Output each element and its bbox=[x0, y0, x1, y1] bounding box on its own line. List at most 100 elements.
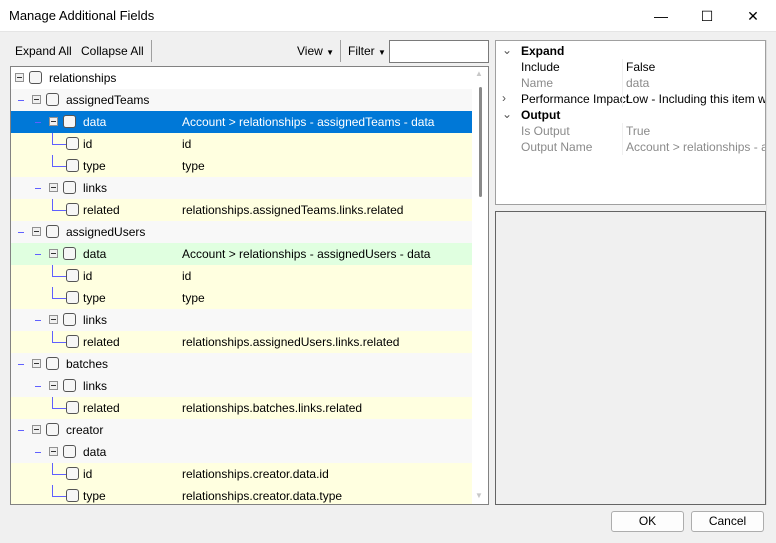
field-tree[interactable]: ▲ ▼ relationships assignedTeams data Accoun… bbox=[10, 66, 489, 505]
tree-row[interactable]: links bbox=[11, 309, 472, 331]
include-checkbox[interactable] bbox=[66, 467, 79, 480]
include-checkbox[interactable] bbox=[63, 247, 76, 260]
property-row[interactable]: Output Name Account > relationships - ass… bbox=[496, 139, 765, 155]
tree-row[interactable]: related relationships.batches.links.relat… bbox=[11, 397, 472, 419]
tree-row[interactable]: data bbox=[11, 441, 472, 463]
tree-connector bbox=[52, 342, 66, 343]
property-category[interactable]: ⌄ Expand bbox=[496, 43, 765, 59]
include-checkbox[interactable] bbox=[46, 357, 59, 370]
chevron-right-icon[interactable]: › bbox=[502, 91, 506, 105]
include-checkbox[interactable] bbox=[46, 225, 59, 238]
toolbar-divider bbox=[340, 40, 341, 62]
filter-input[interactable] bbox=[389, 40, 489, 63]
tree-row-value: type bbox=[182, 159, 205, 173]
collapse-icon[interactable] bbox=[32, 425, 41, 434]
window-title: Manage Additional Fields bbox=[9, 8, 155, 23]
chevron-down-icon[interactable]: ⌄ bbox=[502, 107, 512, 121]
expand-all-button[interactable]: Expand All bbox=[15, 44, 72, 58]
tree-guide-line bbox=[52, 199, 53, 210]
tree-row-value: relationships.batches.links.related bbox=[182, 401, 363, 415]
tree-connector bbox=[52, 298, 66, 299]
ok-button[interactable]: OK bbox=[611, 511, 684, 532]
collapse-icon[interactable] bbox=[49, 315, 58, 324]
collapse-icon[interactable] bbox=[49, 381, 58, 390]
maximize-icon[interactable]: ☐ bbox=[684, 0, 730, 32]
tree-row-label: id bbox=[83, 269, 93, 283]
include-checkbox[interactable] bbox=[63, 313, 76, 326]
tree-row[interactable]: type type bbox=[11, 287, 472, 309]
property-grid[interactable]: ⌄ Expand Include False Name data › Performance … bbox=[495, 40, 766, 205]
tree-scrollbar[interactable]: ▲ ▼ bbox=[471, 67, 488, 504]
include-checkbox[interactable] bbox=[63, 379, 76, 392]
include-checkbox[interactable] bbox=[66, 291, 79, 304]
tree-row[interactable]: data Account > relationships - assignedUs… bbox=[11, 243, 472, 265]
tree-row[interactable]: links bbox=[11, 375, 472, 397]
include-checkbox[interactable] bbox=[63, 115, 76, 128]
tree-row[interactable]: related relationships.assignedUsers.links… bbox=[11, 331, 472, 353]
tree-row[interactable]: assignedUsers bbox=[11, 221, 472, 243]
include-checkbox[interactable] bbox=[66, 401, 79, 414]
view-dropdown[interactable]: View ▼ bbox=[297, 44, 334, 58]
tree-row[interactable]: links bbox=[11, 177, 472, 199]
property-row[interactable]: Include False bbox=[496, 59, 765, 75]
collapse-icon[interactable] bbox=[49, 447, 58, 456]
tree-row[interactable]: id relationships.creator.data.id bbox=[11, 463, 472, 485]
tree-connector bbox=[52, 496, 66, 497]
property-row[interactable]: Is Output True bbox=[496, 123, 765, 139]
collapse-all-button[interactable]: Collapse All bbox=[81, 44, 144, 58]
property-value[interactable]: Low - Including this item will h bbox=[626, 92, 765, 106]
collapse-icon[interactable] bbox=[15, 73, 24, 82]
minimize-icon[interactable]: — bbox=[638, 0, 684, 32]
tree-row[interactable]: type relationships.creator.data.type bbox=[11, 485, 472, 504]
chevron-down-icon[interactable]: ⌄ bbox=[502, 43, 512, 57]
tree-row[interactable]: assignedTeams bbox=[11, 89, 472, 111]
include-checkbox[interactable] bbox=[46, 93, 59, 106]
include-checkbox[interactable] bbox=[46, 423, 59, 436]
collapse-icon[interactable] bbox=[32, 95, 41, 104]
tree-row[interactable]: data Account > relationships - assignedTe… bbox=[11, 111, 472, 133]
property-category[interactable]: ⌄ Output bbox=[496, 107, 765, 123]
include-checkbox[interactable] bbox=[66, 203, 79, 216]
collapse-icon[interactable] bbox=[49, 183, 58, 192]
filter-dropdown[interactable]: Filter ▼ bbox=[348, 44, 386, 58]
property-value: Account > relationships - assig bbox=[626, 140, 765, 154]
close-icon[interactable]: ✕ bbox=[730, 0, 776, 32]
tree-row[interactable]: creator bbox=[11, 419, 472, 441]
tree-row[interactable]: batches bbox=[11, 353, 472, 375]
property-name: Output bbox=[521, 108, 561, 122]
include-checkbox[interactable] bbox=[63, 445, 76, 458]
include-checkbox[interactable] bbox=[66, 159, 79, 172]
tree-guide-line bbox=[52, 155, 53, 166]
tree-guide-line bbox=[52, 463, 53, 474]
tree-connector bbox=[52, 276, 66, 277]
cancel-button[interactable]: Cancel bbox=[691, 511, 764, 532]
include-checkbox[interactable] bbox=[29, 71, 42, 84]
tree-guide-line bbox=[52, 265, 53, 276]
collapse-icon[interactable] bbox=[49, 117, 58, 126]
tree-row[interactable]: id id bbox=[11, 133, 472, 155]
tree-connector bbox=[52, 408, 66, 409]
scroll-up-icon[interactable]: ▲ bbox=[475, 69, 483, 78]
tree-row[interactable]: type type bbox=[11, 155, 472, 177]
include-checkbox[interactable] bbox=[66, 269, 79, 282]
scroll-thumb[interactable] bbox=[479, 87, 482, 197]
tree-connector bbox=[18, 430, 24, 431]
tree-row-label: type bbox=[83, 291, 106, 305]
include-checkbox[interactable] bbox=[63, 181, 76, 194]
include-checkbox[interactable] bbox=[66, 335, 79, 348]
tree-row[interactable]: related relationships.assignedTeams.links… bbox=[11, 199, 472, 221]
collapse-icon[interactable] bbox=[49, 249, 58, 258]
property-row[interactable]: › Performance Impact Low - Including this … bbox=[496, 91, 765, 107]
tree-guide-line bbox=[52, 485, 53, 496]
scroll-down-icon[interactable]: ▼ bbox=[475, 491, 483, 500]
tree-row-label: relationships bbox=[49, 71, 117, 85]
include-checkbox[interactable] bbox=[66, 137, 79, 150]
tree-row[interactable]: relationships bbox=[11, 67, 472, 89]
property-row[interactable]: Name data bbox=[496, 75, 765, 91]
collapse-icon[interactable] bbox=[32, 227, 41, 236]
property-value[interactable]: False bbox=[626, 60, 655, 74]
collapse-icon[interactable] bbox=[32, 359, 41, 368]
tree-row[interactable]: id id bbox=[11, 265, 472, 287]
tree-connector bbox=[35, 452, 41, 453]
include-checkbox[interactable] bbox=[66, 489, 79, 502]
